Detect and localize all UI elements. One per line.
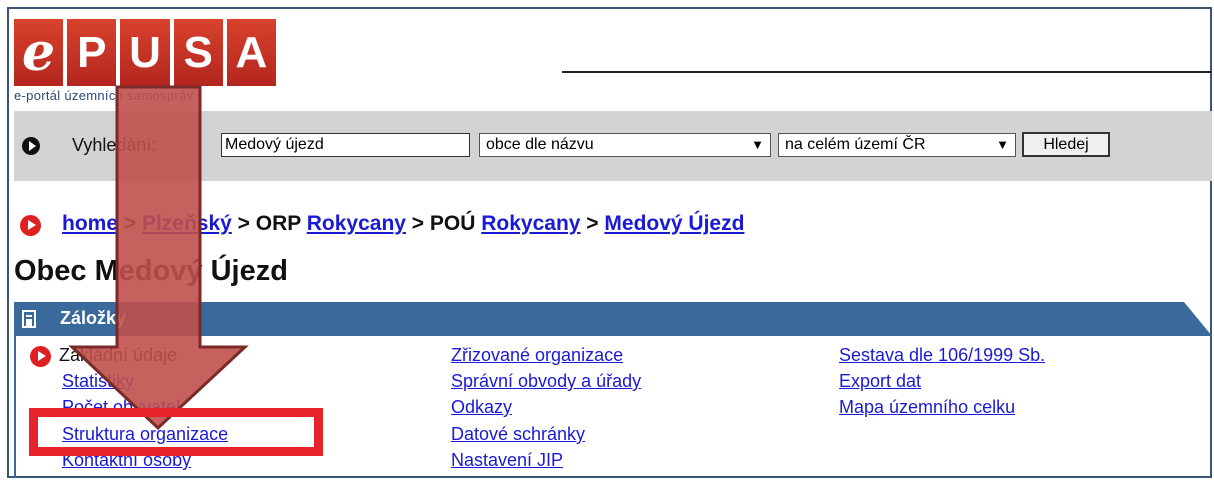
breadcrumb-region[interactable]: Plzeňský: [142, 212, 232, 235]
tabs-header-label: Záložky: [60, 308, 127, 328]
tab-spravni-obvody[interactable]: Správní obvody a úřady: [451, 371, 641, 392]
play-icon: [22, 137, 40, 155]
current-tab-icon: [30, 346, 51, 367]
search-button[interactable]: Hledej: [1022, 132, 1110, 157]
breadcrumb: home > Plzeňský > ORP Rokycany > POÚ Rok…: [62, 212, 744, 236]
tab-sestava[interactable]: Sestava dle 106/1999 Sb.: [839, 345, 1045, 366]
breadcrumb-pou-prefix: POÚ: [429, 212, 482, 235]
dropdown-arrow-icon: ▼: [996, 137, 1009, 152]
tab-odkazy[interactable]: Odkazy: [451, 397, 512, 418]
highlight-box: [29, 408, 323, 456]
breadcrumb-home[interactable]: home: [62, 212, 118, 235]
breadcrumb-separator: >: [405, 212, 430, 235]
search-type-select[interactable]: obce dle názvu ▼: [479, 133, 771, 157]
tab-zrizovane-organizace[interactable]: Zřizované organizace: [451, 345, 623, 366]
logo-letter: e: [14, 19, 64, 86]
search-type-value: obce dle názvu: [486, 136, 594, 153]
document-icon: [22, 310, 36, 328]
search-scope-select[interactable]: na celém území ČR ▼: [778, 133, 1016, 157]
tab-datove-schranky[interactable]: Datové schránky: [451, 424, 585, 445]
red-play-icon: [20, 215, 41, 236]
tab-statistiky[interactable]: Statistiky: [62, 371, 134, 392]
breadcrumb-separator: >: [118, 212, 142, 235]
logo-letter: S: [173, 19, 223, 86]
search-label: Vyhledání:: [72, 135, 157, 155]
breadcrumb-obec[interactable]: Medový Újezd: [604, 212, 744, 235]
dropdown-arrow-icon: ▼: [751, 137, 764, 152]
tabs-header-tail: [1184, 302, 1212, 336]
breadcrumb-orp-prefix: ORP: [255, 212, 307, 235]
tabs-header: [14, 302, 1184, 336]
epusa-logo[interactable]: e P U S A e-portál územních samospráv: [14, 19, 277, 110]
logo-tagline: e-portál územních samospráv: [14, 88, 194, 103]
tab-nastaveni-jip[interactable]: Nastavení JIP: [451, 450, 563, 471]
breadcrumb-separator: >: [231, 212, 256, 235]
tab-current: Základní údaje: [59, 345, 178, 365]
search-scope-value: na celém území ČR: [785, 136, 926, 153]
tab-export-dat[interactable]: Export dat: [839, 371, 921, 392]
header-divider: [562, 71, 1212, 73]
logo-letter: A: [226, 19, 277, 86]
breadcrumb-pou[interactable]: Rokycany: [481, 212, 580, 235]
breadcrumb-separator: >: [580, 212, 605, 235]
logo-letter: U: [120, 19, 170, 86]
search-input[interactable]: [221, 133, 470, 157]
breadcrumb-orp[interactable]: Rokycany: [307, 212, 406, 235]
logo-letter: P: [67, 19, 117, 86]
tab-mapa-uzemniho-celku[interactable]: Mapa územního celku: [839, 397, 1015, 418]
page-title: Obec Medový Újezd: [14, 255, 288, 287]
